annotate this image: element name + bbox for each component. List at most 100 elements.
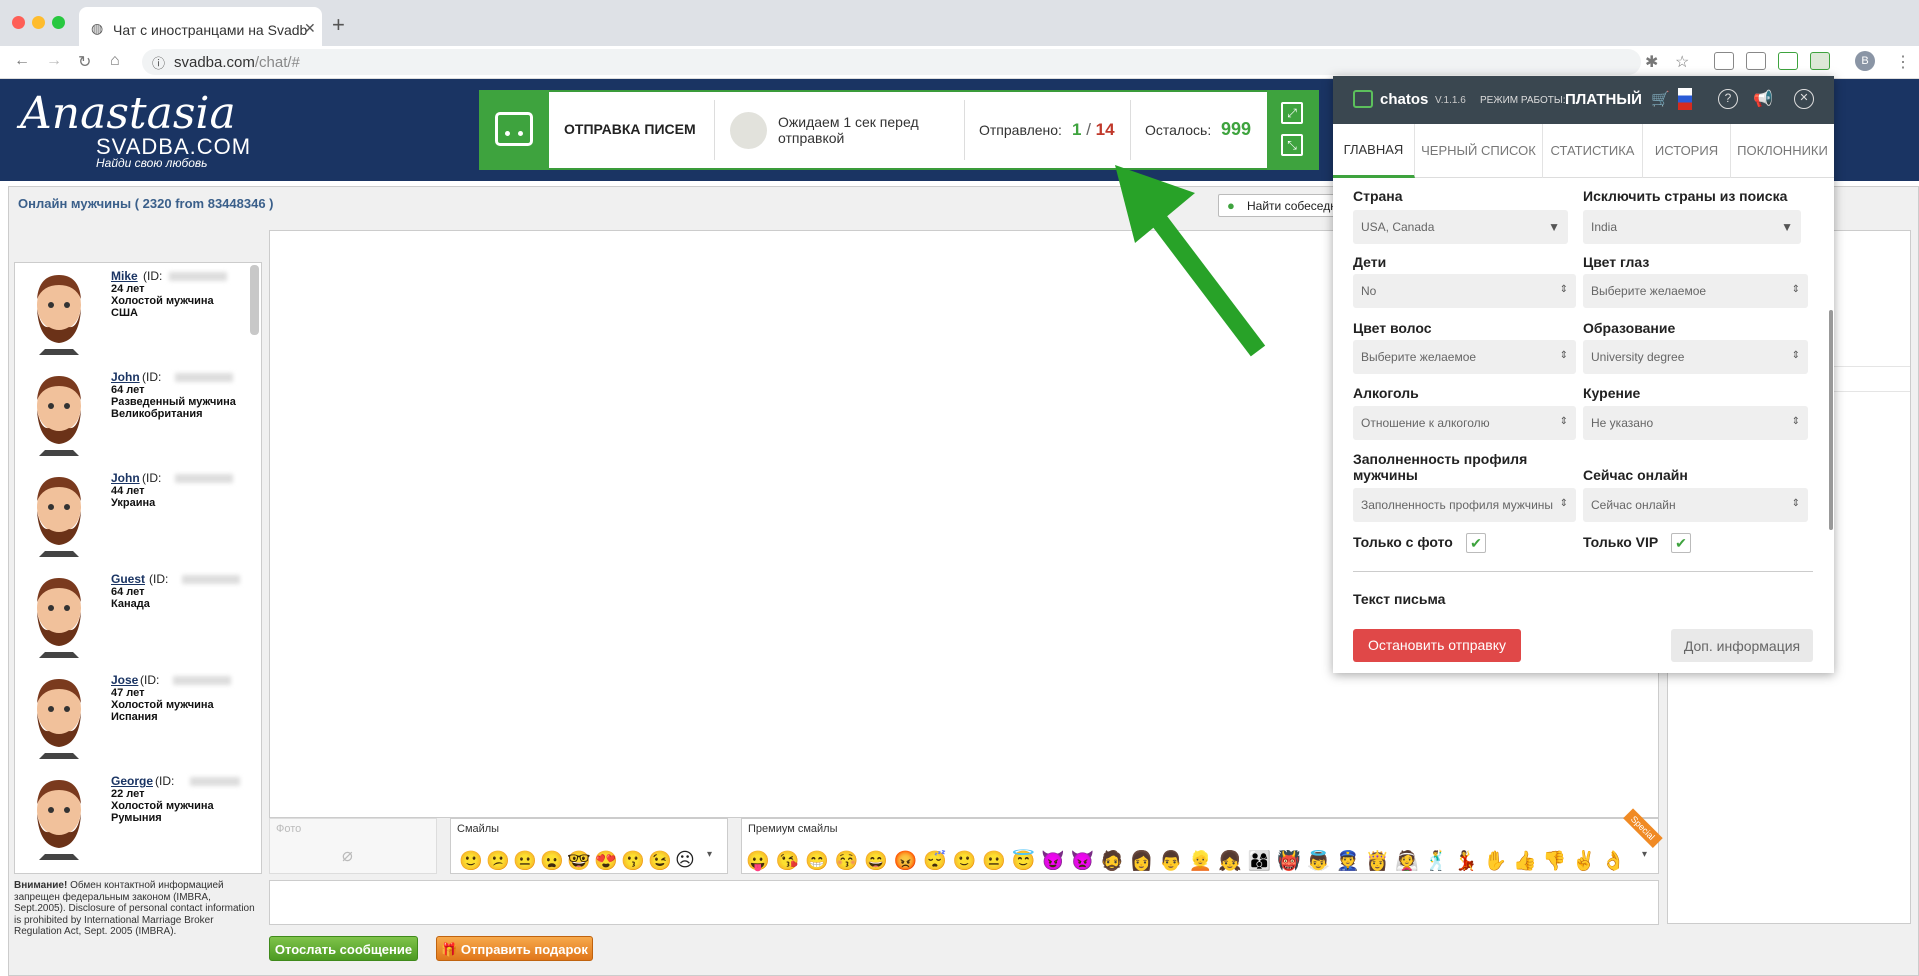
extension-icon-2[interactable] bbox=[1746, 52, 1766, 70]
forward-icon[interactable]: → bbox=[46, 52, 62, 70]
premium-dropdown-icon[interactable]: ▾ bbox=[1642, 849, 1647, 860]
premium-smile-emoji[interactable]: 👿 bbox=[1071, 849, 1095, 873]
premium-smile-emoji[interactable]: 😈 bbox=[1041, 849, 1065, 873]
user-name[interactable]: John bbox=[111, 370, 140, 384]
user-name[interactable]: John bbox=[111, 471, 140, 485]
site-logo-script[interactable]: Anastasia bbox=[20, 88, 236, 139]
alcohol-select[interactable]: Отношение к алкоголю ⇕ bbox=[1353, 406, 1576, 440]
premium-smile-emoji[interactable]: 😄 bbox=[864, 849, 888, 873]
minimize-window-button[interactable] bbox=[32, 16, 45, 29]
photo-attach-box[interactable]: Фото ⌀ bbox=[269, 818, 437, 874]
send-gift-button[interactable]: 🎁 Отправить подарок bbox=[436, 936, 593, 961]
browser-tab[interactable]: ◍ Чат с иностранцами на Svadb ✕ bbox=[79, 7, 322, 46]
bookmark-star-icon[interactable]: ☆ bbox=[1675, 52, 1689, 72]
extension-icon-3[interactable] bbox=[1778, 52, 1798, 70]
smile-emoji[interactable]: 😍 bbox=[594, 849, 618, 873]
list-item[interactable]: John (ID: 64 лет Разведенный мужчина Вел… bbox=[15, 364, 247, 464]
premium-smile-emoji[interactable]: 😐 bbox=[982, 849, 1006, 873]
premium-smile-emoji[interactable]: 👨‍👩‍👦 bbox=[1248, 849, 1272, 873]
country-select[interactable]: USA, Canada ▼ bbox=[1353, 210, 1568, 244]
exclude-countries-select[interactable]: India ▼ bbox=[1583, 210, 1801, 244]
online-now-select[interactable]: Сейчас онлайн ⇕ bbox=[1583, 488, 1808, 522]
photo-only-checkbox[interactable]: ✔ bbox=[1466, 533, 1486, 553]
smile-emoji[interactable]: 🤓 bbox=[567, 849, 591, 873]
avatar[interactable] bbox=[27, 673, 91, 759]
tab-blacklist[interactable]: ЧЕРНЫЙ СПИСОК bbox=[1415, 124, 1543, 178]
premium-smile-emoji[interactable]: 👮 bbox=[1336, 849, 1360, 873]
premium-smile-emoji[interactable]: ✋ bbox=[1484, 849, 1508, 873]
avatar[interactable] bbox=[27, 572, 91, 658]
reload-icon[interactable]: ↻ bbox=[78, 52, 91, 72]
extension-icon-1[interactable] bbox=[1714, 52, 1734, 70]
user-name[interactable]: George bbox=[111, 774, 153, 788]
more-info-button[interactable]: Доп. информация bbox=[1671, 629, 1813, 662]
hair-color-select[interactable]: Выберите желаемое ⇕ bbox=[1353, 340, 1576, 374]
language-flag-icon[interactable] bbox=[1678, 88, 1692, 110]
smile-emoji[interactable]: ☹ bbox=[675, 849, 695, 872]
stop-sending-button[interactable]: Остановить отправку bbox=[1353, 629, 1521, 662]
list-item[interactable]: Mike (ID: 24 лет Холостой мужчина США bbox=[15, 263, 247, 363]
list-item[interactable]: John (ID: 44 лет Украина bbox=[15, 465, 247, 565]
new-tab-button[interactable]: + bbox=[332, 12, 345, 38]
user-name[interactable]: Guest bbox=[111, 572, 145, 586]
avatar[interactable] bbox=[27, 774, 91, 860]
avatar[interactable] bbox=[27, 471, 91, 557]
premium-smile-emoji[interactable]: 👨 bbox=[1159, 849, 1183, 873]
collapse-icon[interactable]: ⤡ bbox=[1281, 134, 1303, 156]
list-item[interactable]: George (ID: 22 лет Холостой мужчина Румы… bbox=[15, 768, 247, 868]
smile-emoji[interactable]: 😦 bbox=[540, 849, 564, 873]
premium-smile-emoji[interactable]: 👹 bbox=[1277, 849, 1301, 873]
eye-color-select[interactable]: Выберите желаемое ⇕ bbox=[1583, 274, 1808, 308]
premium-smile-emoji[interactable]: 🙂 bbox=[953, 849, 977, 873]
paperclip-icon[interactable]: ⌀ bbox=[342, 845, 353, 866]
browser-menu-icon[interactable]: ⋮ bbox=[1895, 52, 1911, 72]
user-name[interactable]: Jose bbox=[111, 673, 138, 687]
user-name[interactable]: Mike bbox=[111, 269, 138, 283]
premium-smile-emoji[interactable]: ✌ bbox=[1572, 849, 1596, 873]
premium-smile-emoji[interactable]: 😛 bbox=[746, 849, 770, 873]
premium-smile-emoji[interactable]: 👌 bbox=[1602, 849, 1626, 873]
smoking-select[interactable]: Не указано ⇕ bbox=[1583, 406, 1808, 440]
vip-only-checkbox[interactable]: ✔ bbox=[1671, 533, 1691, 553]
premium-smile-emoji[interactable]: 👧 bbox=[1218, 849, 1242, 873]
smile-emoji[interactable]: 😕 bbox=[486, 849, 510, 873]
cart-icon[interactable]: 🛒 bbox=[1651, 90, 1670, 108]
list-item[interactable]: Guest (ID: 64 лет Канада bbox=[15, 566, 247, 666]
smile-emoji[interactable]: 🙂 bbox=[459, 849, 483, 873]
premium-smile-emoji[interactable]: 👎 bbox=[1543, 849, 1567, 873]
zoom-window-button[interactable] bbox=[52, 16, 65, 29]
back-icon[interactable]: ← bbox=[14, 52, 30, 70]
premium-smile-emoji[interactable]: 👰 bbox=[1395, 849, 1419, 873]
address-bar[interactable]: ⓘ svadba.com/chat/# bbox=[142, 49, 1641, 75]
education-select[interactable]: University degree ⇕ bbox=[1583, 340, 1808, 374]
help-icon[interactable]: ? bbox=[1718, 89, 1738, 109]
tab-statistics[interactable]: СТАТИСТИКА bbox=[1543, 124, 1643, 178]
home-icon[interactable]: ⌂ bbox=[110, 52, 120, 70]
premium-smile-emoji[interactable]: 😚 bbox=[835, 849, 859, 873]
smile-emoji[interactable]: 😐 bbox=[513, 849, 537, 873]
close-panel-icon[interactable]: ✕ bbox=[1794, 89, 1814, 109]
premium-smile-emoji[interactable]: 👩 bbox=[1130, 849, 1154, 873]
list-item[interactable]: Jose (ID: 47 лет Холостой мужчина Испани… bbox=[15, 667, 247, 767]
tab-fans[interactable]: ПОКЛОННИКИ bbox=[1731, 124, 1834, 178]
avatar[interactable] bbox=[27, 370, 91, 456]
premium-smile-emoji[interactable]: 😴 bbox=[923, 849, 947, 873]
tab-main[interactable]: ГЛАВНАЯ bbox=[1333, 124, 1415, 178]
close-tab-icon[interactable]: ✕ bbox=[304, 20, 316, 37]
panel-scrollbar[interactable] bbox=[1829, 310, 1833, 530]
profile-fill-select[interactable]: Заполненность профиля мужчины ⇕ bbox=[1353, 488, 1576, 522]
smile-emoji[interactable]: 😉 bbox=[648, 849, 672, 873]
premium-smile-emoji[interactable]: 👸 bbox=[1366, 849, 1390, 873]
extension-puzzle-icon[interactable]: ✱ bbox=[1645, 52, 1658, 72]
premium-smile-emoji[interactable]: 🕺 bbox=[1425, 849, 1449, 873]
premium-smile-emoji[interactable]: 😇 bbox=[1012, 849, 1036, 873]
message-input[interactable] bbox=[269, 880, 1659, 925]
premium-smile-emoji[interactable]: 👍 bbox=[1513, 849, 1537, 873]
premium-smile-emoji[interactable]: 👼 bbox=[1307, 849, 1331, 873]
chatos-extension-icon[interactable] bbox=[1810, 52, 1830, 70]
user-list-scrollbar[interactable] bbox=[250, 265, 259, 335]
close-window-button[interactable] bbox=[12, 16, 25, 29]
avatar[interactable] bbox=[27, 269, 91, 355]
premium-smile-emoji[interactable]: 💃 bbox=[1454, 849, 1478, 873]
premium-smile-emoji[interactable]: 😁 bbox=[805, 849, 829, 873]
